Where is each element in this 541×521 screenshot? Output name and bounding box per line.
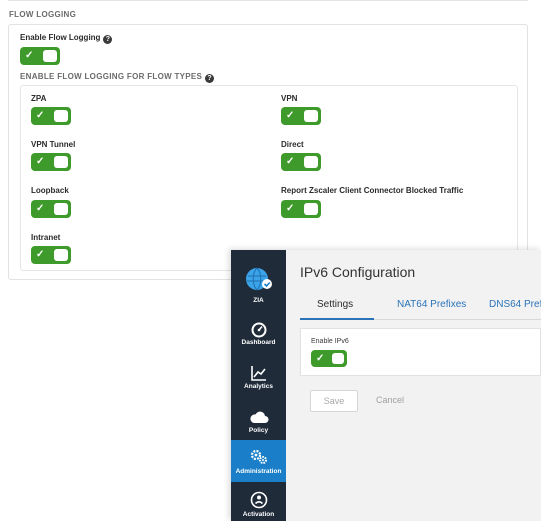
toggle-knob — [332, 353, 344, 364]
flow-type-toggle-zpa[interactable]: ✓ — [31, 107, 71, 125]
nav-label-zia: ZIA — [253, 297, 264, 304]
enable-ipv6-toggle[interactable]: ✓ — [311, 350, 347, 367]
flow-type-label-zpa: ZPA — [31, 94, 47, 103]
check-icon: ✓ — [36, 249, 45, 260]
flow-type-toggle-loopback[interactable]: ✓ — [31, 200, 71, 218]
nav-item-analytics[interactable]: Analytics — [231, 356, 286, 396]
tab-nat64-prefixes[interactable]: NAT64 Prefixes — [397, 299, 466, 310]
cancel-button[interactable]: Cancel — [370, 390, 410, 412]
save-button[interactable]: Save — [310, 390, 358, 412]
check-icon: ✓ — [25, 50, 34, 61]
enable-flow-logging-toggle[interactable]: ✓ — [20, 47, 60, 65]
zia-globe-icon — [245, 267, 272, 291]
check-icon: ✓ — [286, 156, 295, 167]
flow-type-toggle-report-blocked-traffic[interactable]: ✓ — [281, 200, 321, 218]
flow-types-card — [20, 85, 518, 271]
flow-types-title: ENABLE FLOW LOGGING FOR FLOW TYPES? — [20, 72, 215, 83]
dashboard-gauge-icon — [251, 322, 266, 338]
flow-type-label-vpn-tunnel: VPN Tunnel — [31, 140, 76, 149]
toggle-knob — [43, 50, 57, 62]
flow-type-label-vpn: VPN — [281, 94, 298, 103]
nav-item-policy[interactable]: Policy — [231, 400, 286, 440]
check-icon: ✓ — [316, 353, 325, 364]
flow-type-toggle-intranet[interactable]: ✓ — [31, 246, 71, 264]
nav-item-activation[interactable]: Activation — [231, 486, 286, 521]
tab-settings[interactable]: Settings — [317, 299, 353, 310]
nav-label-dashboard: Dashboard — [241, 339, 276, 346]
nav-label-policy: Policy — [248, 427, 269, 434]
enable-flow-logging-label: Enable Flow Logging? — [20, 33, 113, 44]
toggle-knob — [54, 156, 68, 168]
flow-type-label-intranet: Intranet — [31, 233, 61, 242]
check-icon: ✓ — [36, 110, 45, 121]
side-nav: ZIA Dashboard Analytics Policy Administr… — [231, 250, 286, 521]
flow-type-label-direct: Direct — [281, 140, 304, 149]
flow-type-toggle-direct[interactable]: ✓ — [281, 153, 321, 171]
toggle-knob — [54, 110, 68, 122]
nav-item-zia[interactable]: ZIA — [231, 260, 286, 306]
toggle-knob — [304, 156, 318, 168]
toggle-knob — [54, 249, 68, 261]
ipv6-content: IPv6 Configuration Settings NAT64 Prefix… — [286, 250, 541, 521]
policy-cloud-icon — [249, 411, 268, 423]
flow-type-toggle-vpn-tunnel[interactable]: ✓ — [31, 153, 71, 171]
enable-flow-logging-text: Enable Flow Logging — [20, 33, 101, 42]
nav-item-dashboard[interactable]: Dashboard — [231, 312, 286, 352]
check-icon: ✓ — [36, 156, 45, 167]
nav-item-administration[interactable]: Administration — [231, 440, 286, 482]
ipv6-settings-card: Enable IPv6 ✓ — [300, 328, 541, 376]
check-icon: ✓ — [36, 203, 45, 214]
analytics-chart-icon — [250, 366, 266, 381]
nav-label-activation: Activation — [242, 511, 275, 518]
section-title: FLOW LOGGING — [9, 10, 77, 19]
divider — [8, 0, 528, 1]
enable-ipv6-label: Enable IPv6 — [311, 338, 349, 345]
check-icon: ✓ — [286, 203, 295, 214]
flow-types-title-text: ENABLE FLOW LOGGING FOR FLOW TYPES — [20, 72, 203, 81]
flow-type-label-loopback: Loopback — [31, 186, 69, 195]
ipv6-configuration-window: ZIA Dashboard Analytics Policy Administr… — [231, 250, 541, 521]
activation-icon — [250, 491, 267, 509]
toggle-knob — [54, 203, 68, 215]
flow-type-toggle-vpn[interactable]: ✓ — [281, 107, 321, 125]
help-icon[interactable]: ? — [205, 74, 215, 83]
check-icon: ✓ — [286, 110, 295, 121]
tab-dns64-prefix[interactable]: DNS64 Prefix — [489, 299, 541, 310]
tab-bar: Settings NAT64 Prefixes DNS64 Prefix — [300, 294, 541, 320]
nav-label-administration: Administration — [235, 468, 282, 475]
toggle-knob — [304, 203, 318, 215]
flow-type-label-report-blocked-traffic: Report Zscaler Client Connector Blocked … — [281, 186, 464, 195]
nav-label-analytics: Analytics — [244, 383, 273, 390]
administration-gears-icon — [250, 449, 267, 464]
toggle-knob — [304, 110, 318, 122]
help-icon[interactable]: ? — [103, 35, 113, 44]
active-tab-indicator — [300, 318, 374, 320]
page-title: IPv6 Configuration — [300, 264, 416, 280]
